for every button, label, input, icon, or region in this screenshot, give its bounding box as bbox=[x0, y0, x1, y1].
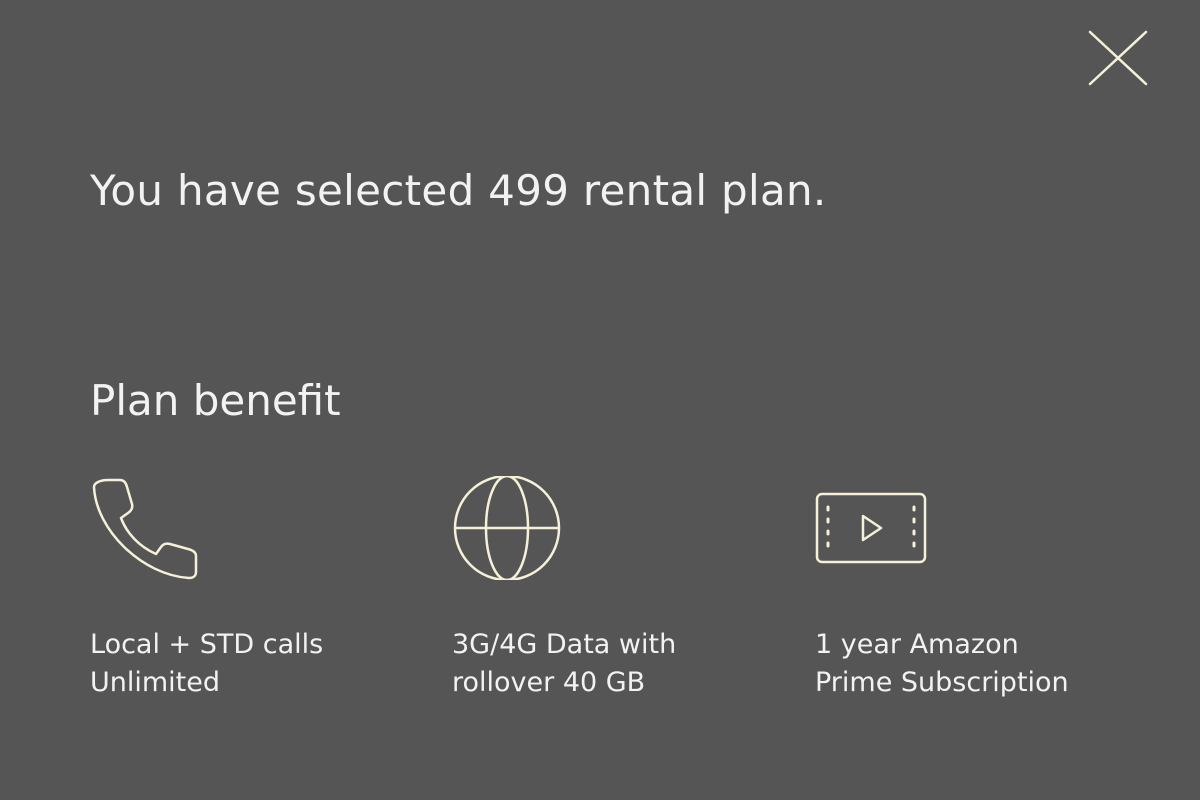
benefit-prime-line1: 1 year Amazon bbox=[815, 629, 1019, 660]
selected-plan-headline: You have selected 499 rental plan. bbox=[90, 166, 827, 215]
benefit-calls-line1: Local + STD calls bbox=[90, 629, 324, 660]
benefit-data-line1: 3G/4G Data with bbox=[452, 629, 677, 660]
benefit-prime-label: 1 year Amazon Prime Subscription bbox=[815, 626, 1115, 702]
close-button[interactable] bbox=[1086, 28, 1150, 88]
benefit-data-label: 3G/4G Data with rollover 40 GB bbox=[452, 626, 752, 702]
plan-benefit-title: Plan benefit bbox=[90, 376, 341, 425]
video-play-icon bbox=[815, 476, 1115, 586]
close-icon bbox=[1088, 30, 1148, 86]
benefit-prime-line2: Prime Subscription bbox=[815, 667, 1069, 698]
benefit-calls-line2: Unlimited bbox=[90, 667, 221, 698]
phone-icon bbox=[90, 476, 390, 586]
benefit-calls-label: Local + STD calls Unlimited bbox=[90, 626, 390, 702]
benefit-prime: 1 year Amazon Prime Subscription bbox=[815, 476, 1115, 702]
benefit-data-line2: rollover 40 GB bbox=[452, 667, 646, 698]
benefit-calls: Local + STD calls Unlimited bbox=[90, 476, 390, 702]
plan-dialog: You have selected 499 rental plan. Plan … bbox=[0, 0, 1200, 800]
benefit-data: 3G/4G Data with rollover 40 GB bbox=[452, 476, 752, 702]
globe-icon bbox=[452, 476, 752, 586]
